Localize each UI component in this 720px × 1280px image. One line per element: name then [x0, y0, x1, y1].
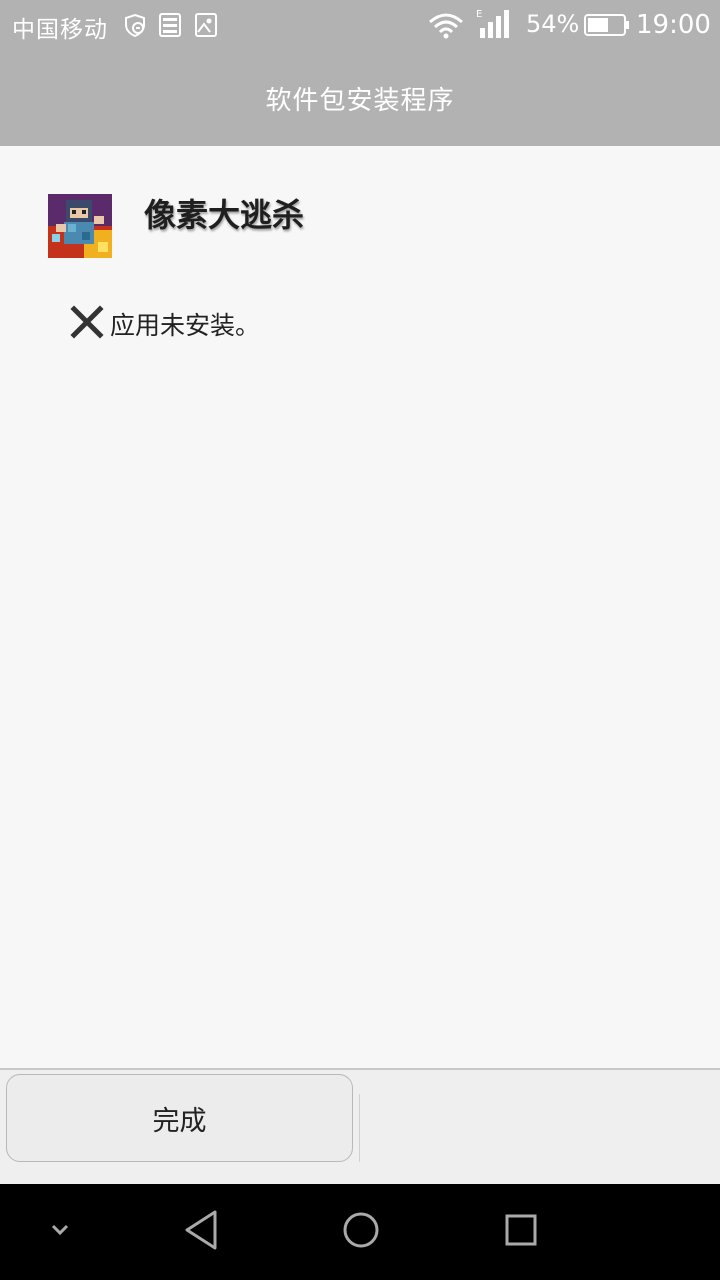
action-bar: 完成	[0, 1068, 720, 1184]
error-x-icon	[70, 305, 104, 343]
page-title: 软件包安装程序	[265, 85, 455, 116]
status-bar: 中国移动 E 54% 19:00	[0, 0, 720, 50]
install-result-panel: 像素大逃杀 应用未安装。	[0, 146, 720, 1068]
image-icon	[194, 12, 218, 42]
home-circle-icon	[341, 1210, 381, 1254]
chevron-down-icon	[48, 1222, 72, 1242]
collapse-nav-button[interactable]	[30, 1184, 90, 1280]
battery-icon	[584, 14, 630, 40]
done-button[interactable]: 完成	[6, 1074, 353, 1162]
back-triangle-icon	[181, 1208, 221, 1256]
signal-icon: E	[476, 8, 512, 44]
navigation-bar	[0, 1184, 720, 1280]
button-divider	[359, 1094, 360, 1162]
install-status: 应用未安装。	[70, 304, 260, 344]
storage-icon	[158, 12, 182, 42]
vpn-shield-icon	[122, 12, 148, 42]
network-type-label: E	[476, 9, 482, 20]
recents-square-icon	[501, 1210, 541, 1254]
carrier-name: 中国移动	[12, 17, 108, 43]
app-icon	[48, 194, 112, 258]
home-button[interactable]	[326, 1184, 396, 1280]
back-button[interactable]	[166, 1184, 236, 1280]
title-bar: 软件包安装程序	[0, 50, 720, 146]
wifi-icon	[426, 12, 466, 44]
recents-button[interactable]	[486, 1184, 556, 1280]
clock: 19:00	[636, 10, 711, 40]
battery-percent: 54%	[526, 10, 580, 38]
app-name: 像素大逃杀	[144, 196, 305, 234]
install-status-text: 应用未安装。	[110, 311, 261, 340]
